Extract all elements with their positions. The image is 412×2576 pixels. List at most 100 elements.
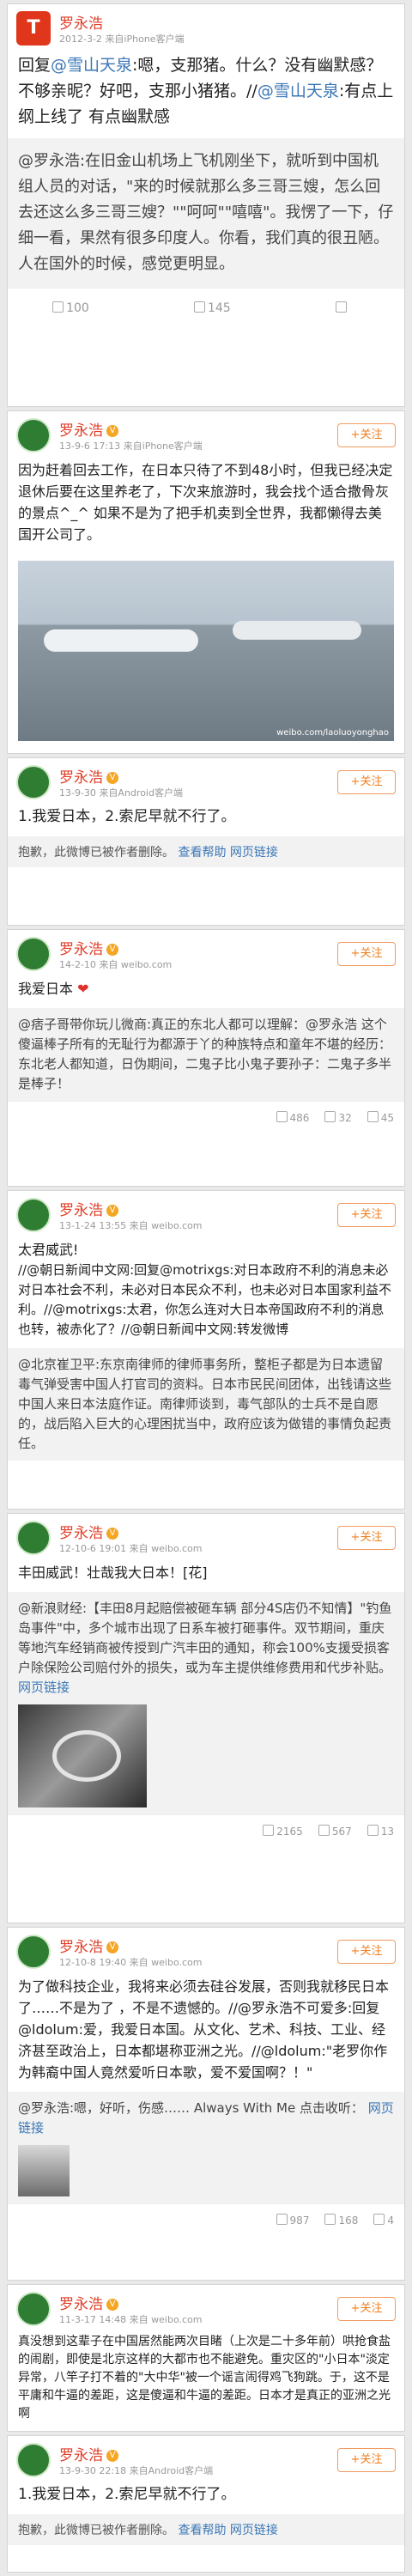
thumb-up-icon xyxy=(52,301,64,313)
post-text: 因为赶着回去工作，在日本只待了不到48小时，但我已经决定退休后要在这里养老了，下… xyxy=(18,462,393,543)
web-link[interactable]: 网页链接 xyxy=(230,2524,278,2537)
toyota-logo xyxy=(52,1730,121,1782)
comment-icon xyxy=(193,301,205,313)
heart-icon: ❤ xyxy=(77,981,89,997)
avatar[interactable]: T xyxy=(16,11,51,46)
reposted-text: @北京崔卫平:东京南律师的律师事务所，整柜子都是为日本遗留毒气弹受害中国人打官司… xyxy=(8,1348,404,1461)
verified-icon: V xyxy=(106,2299,118,2311)
mention-link[interactable]: @雪山天泉 xyxy=(51,56,132,75)
deleted-repost: 抱歉，此微博已被作者删除。 查看帮助 网页链接 xyxy=(8,2514,404,2545)
post-image[interactable]: weibo.com/laoluoyonghao xyxy=(18,561,394,741)
post-meta: 11-3-17 14:48 来自 weibo.com xyxy=(59,2314,203,2325)
repost-icon xyxy=(263,1824,275,1836)
follow-button[interactable]: +关注 xyxy=(337,2448,396,2472)
post-text: 真没想到这辈子在中国居然能两次目睹（上次是二十多年前）哄抢食盐的闹剧，即使是北京… xyxy=(18,2335,391,2421)
avatar[interactable] xyxy=(16,1521,51,1555)
post-meta: 12-10-6 19:01 来自 weibo.com xyxy=(59,1543,203,1554)
comment-button[interactable]: 32 xyxy=(324,1110,352,1124)
action-bar: 486 32 45 xyxy=(8,1101,404,1133)
comment-icon xyxy=(324,1110,336,1122)
post-image[interactable] xyxy=(18,1704,147,1807)
weibo-post: T 罗永浩 2012-3-2 来自iPhone客户端 回复@雪山天泉:嗯，支那猪… xyxy=(7,3,405,407)
weibo-feed: T 罗永浩 2012-3-2 来自iPhone客户端 回复@雪山天泉:嗯，支那猪… xyxy=(0,0,412,2576)
avatar[interactable] xyxy=(16,765,51,799)
repost-icon xyxy=(276,1110,288,1122)
like-button[interactable]: 45 xyxy=(367,1110,394,1124)
help-link[interactable]: 查看帮助 xyxy=(178,2524,226,2537)
thumb-up-icon xyxy=(367,1824,379,1836)
post-text: 1.我爱日本，2.索尼早就不行了。 xyxy=(18,2486,236,2503)
avatar[interactable] xyxy=(16,1198,51,1232)
action-bar: 987 168 4 xyxy=(8,2203,404,2235)
username[interactable]: 罗永浩 V xyxy=(59,2443,118,2464)
share-icon xyxy=(335,301,347,313)
action-bar: 2165 567 13 xyxy=(8,1814,404,1846)
share-button[interactable] xyxy=(335,301,349,315)
post-meta: 13-1-24 13:55 来自 weibo.com xyxy=(59,1220,203,1231)
mention-link[interactable]: @雪山天泉 xyxy=(258,82,339,100)
comment-icon xyxy=(318,1824,330,1836)
web-link[interactable]: 网页链接 xyxy=(18,1680,70,1695)
post-text: 丰田威武！壮哉我大日本！[花] xyxy=(18,1564,208,1581)
avatar[interactable] xyxy=(16,2443,51,2477)
reposted-text: @罗永浩:嗯，好听，伤感…… Always With Me 点击收听： 网页链接 xyxy=(8,2092,404,2203)
weibo-post: 罗永浩 V 11-3-17 14:48 来自 weibo.com +关注 真没想到… xyxy=(7,2284,405,2432)
username[interactable]: 罗永浩 V xyxy=(59,2292,118,2313)
username[interactable]: 罗永浩 V xyxy=(59,1935,118,1956)
post-meta: 14-2-10 来自 weibo.com xyxy=(59,959,173,970)
username[interactable]: 罗永浩 V xyxy=(59,418,118,440)
verified-icon: V xyxy=(106,2450,118,2462)
repost-icon xyxy=(276,2213,288,2225)
thumb-up-icon xyxy=(373,2213,385,2225)
follow-button[interactable]: +关注 xyxy=(337,942,396,966)
repost-button[interactable]: 2165 xyxy=(263,1824,303,1838)
weibo-post: 罗永浩 V 13-9-30 22:18 来自Android客户端 +关注 1.我爱… xyxy=(7,2435,405,2573)
web-link[interactable]: 网页链接 xyxy=(230,846,278,860)
follow-button[interactable]: +关注 xyxy=(337,423,396,447)
comment-button[interactable]: 168 xyxy=(324,2213,358,2227)
post-image[interactable] xyxy=(18,2145,70,2196)
follow-button[interactable]: +关注 xyxy=(337,2297,396,2321)
comment-button[interactable]: 145 xyxy=(193,301,231,315)
avatar[interactable] xyxy=(16,2292,51,2326)
post-meta: 13-9-6 17:13 来自iPhone客户端 xyxy=(59,440,203,452)
weibo-post: 罗永浩 V 13-9-6 17:13 来自iPhone客户端 +关注 因为赶着回去… xyxy=(7,410,405,754)
follow-button[interactable]: +关注 xyxy=(337,1940,396,1964)
image-watermark: weibo.com/laoluoyonghao xyxy=(276,728,389,738)
follow-button[interactable]: +关注 xyxy=(337,1203,396,1227)
username[interactable]: 罗永浩 V xyxy=(59,765,118,787)
reposted-text: @痞子哥带你玩儿微商:真正的东北人都可以理解：@罗永浩 这个傻逼棒子所有的无耻行… xyxy=(8,1008,404,1101)
like-button[interactable]: 100 xyxy=(52,301,89,315)
comment-button[interactable]: 567 xyxy=(318,1824,352,1838)
like-button[interactable]: 13 xyxy=(367,1824,394,1838)
username[interactable]: 罗永浩 xyxy=(59,11,103,33)
post-text: 回复@雪山天泉:嗯，支那猪。什么？没有幽默感？不够亲昵？好吧，支那小猪猪。//@… xyxy=(18,56,394,126)
username[interactable]: 罗永浩 V xyxy=(59,1198,118,1219)
verified-icon: V xyxy=(106,1205,118,1217)
follow-button[interactable]: +关注 xyxy=(337,1526,396,1550)
post-meta: 13-9-30 22:18 来自Android客户端 xyxy=(59,2465,214,2476)
avatar[interactable] xyxy=(16,1935,51,1969)
weibo-post: 罗永浩 V 12-10-8 19:40 来自 weibo.com +关注 为了做科… xyxy=(7,1927,405,2281)
verified-icon: V xyxy=(106,1941,118,1953)
post-meta: 2012-3-2 来自iPhone客户端 xyxy=(59,33,185,45)
weibo-post: 罗永浩 V 13-1-24 13:55 来自 weibo.com +关注 太君威武… xyxy=(7,1190,405,1510)
deleted-repost: 抱歉，此微博已被作者删除。 查看帮助 网页链接 xyxy=(8,836,404,867)
verified-icon: V xyxy=(106,425,118,437)
post-text: 我爱日本 ❤ xyxy=(18,981,89,997)
reposted-text: @新浪财经:【丰田8月起赔偿被砸车辆 部分4S店仍不知情】"钓鱼岛事件"中，多个… xyxy=(8,1592,404,1814)
help-link[interactable]: 查看帮助 xyxy=(178,846,226,860)
avatar[interactable] xyxy=(16,937,51,971)
weibo-post: 罗永浩 V 13-9-30 来自Android客户端 +关注 1.我爱日本，2.索… xyxy=(7,757,405,926)
username[interactable]: 罗永浩 V xyxy=(59,937,118,958)
action-bar: 100 145 xyxy=(8,288,404,328)
weibo-post: 罗永浩 V 12-10-6 19:01 来自 weibo.com +关注 丰田威武… xyxy=(7,1513,405,1923)
username[interactable]: 罗永浩 V xyxy=(59,1521,118,1542)
verified-icon: V xyxy=(106,944,118,956)
follow-button[interactable]: +关注 xyxy=(337,770,396,794)
repost-button[interactable]: 486 xyxy=(276,1110,309,1124)
thumb-up-icon xyxy=(367,1110,379,1122)
repost-button[interactable]: 987 xyxy=(276,2213,309,2227)
like-button[interactable]: 4 xyxy=(373,2213,394,2227)
avatar[interactable] xyxy=(16,418,51,453)
